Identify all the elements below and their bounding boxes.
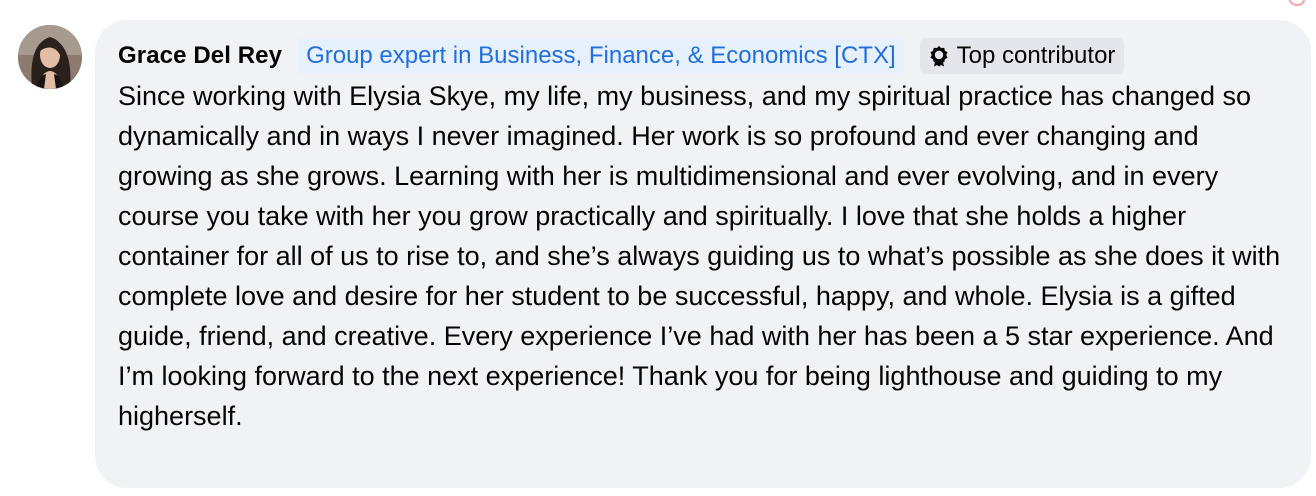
avatar[interactable]: [18, 25, 82, 89]
profile-photo-icon: [18, 25, 82, 89]
comment-bubble: Grace Del Rey Group expert in Business, …: [95, 20, 1311, 488]
author-name[interactable]: Grace Del Rey: [118, 42, 282, 70]
notification-dot-icon: [1288, 0, 1306, 6]
top-contributor-badge[interactable]: Top contributor: [919, 38, 1125, 74]
comment-body: Since working with Elysia Skye, my life,…: [118, 81, 1281, 431]
group-expert-badge[interactable]: Group expert in Business, Finance, & Eco…: [298, 38, 904, 74]
comment-header: Grace Del Rey Group expert in Business, …: [118, 36, 1287, 76]
comment-screenshot: Grace Del Rey Group expert in Business, …: [0, 0, 1316, 496]
award-badge-icon: [929, 45, 949, 67]
top-contributor-label: Top contributor: [956, 42, 1116, 69]
